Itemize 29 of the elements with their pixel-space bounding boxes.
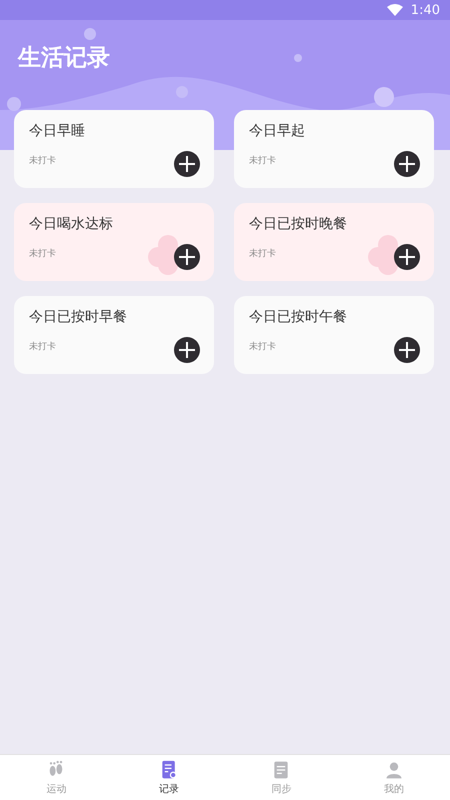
card-title: 今日早起 <box>249 122 305 140</box>
add-button[interactable] <box>174 151 200 177</box>
card-status: 未打卡 <box>29 248 56 260</box>
record-card[interactable]: 今日已按时午餐 未打卡 <box>234 296 434 374</box>
card-status: 未打卡 <box>29 340 56 353</box>
card-status: 未打卡 <box>249 340 276 353</box>
card-status: 未打卡 <box>29 154 56 167</box>
card-title: 今日早睡 <box>29 122 85 140</box>
card-title: 今日已按时晚餐 <box>249 215 347 233</box>
record-card[interactable]: 今日已按时早餐 未打卡 <box>14 296 214 374</box>
record-card[interactable]: 今日已按时晚餐 未打卡 <box>234 203 434 281</box>
add-button[interactable] <box>174 244 200 270</box>
record-card[interactable]: 今日喝水达标 未打卡 <box>14 203 214 281</box>
add-button[interactable] <box>394 151 420 177</box>
record-card[interactable]: 今日早起 未打卡 <box>234 110 434 188</box>
page-title: 生活记录 <box>18 44 111 73</box>
card-title: 今日已按时午餐 <box>249 308 347 326</box>
clock-time: 1:40 <box>410 2 440 18</box>
person-icon <box>384 760 404 780</box>
card-title: 今日已按时早餐 <box>29 308 127 326</box>
add-button[interactable] <box>394 337 420 363</box>
add-button[interactable] <box>394 244 420 270</box>
card-status: 未打卡 <box>249 248 276 260</box>
record-card[interactable]: 今日早睡 未打卡 <box>14 110 214 188</box>
nav-tab[interactable]: 记录 <box>112 755 225 800</box>
card-status: 未打卡 <box>249 154 276 167</box>
wifi-icon <box>386 4 403 16</box>
add-button[interactable] <box>174 337 200 363</box>
card-title: 今日喝水达标 <box>29 215 113 233</box>
